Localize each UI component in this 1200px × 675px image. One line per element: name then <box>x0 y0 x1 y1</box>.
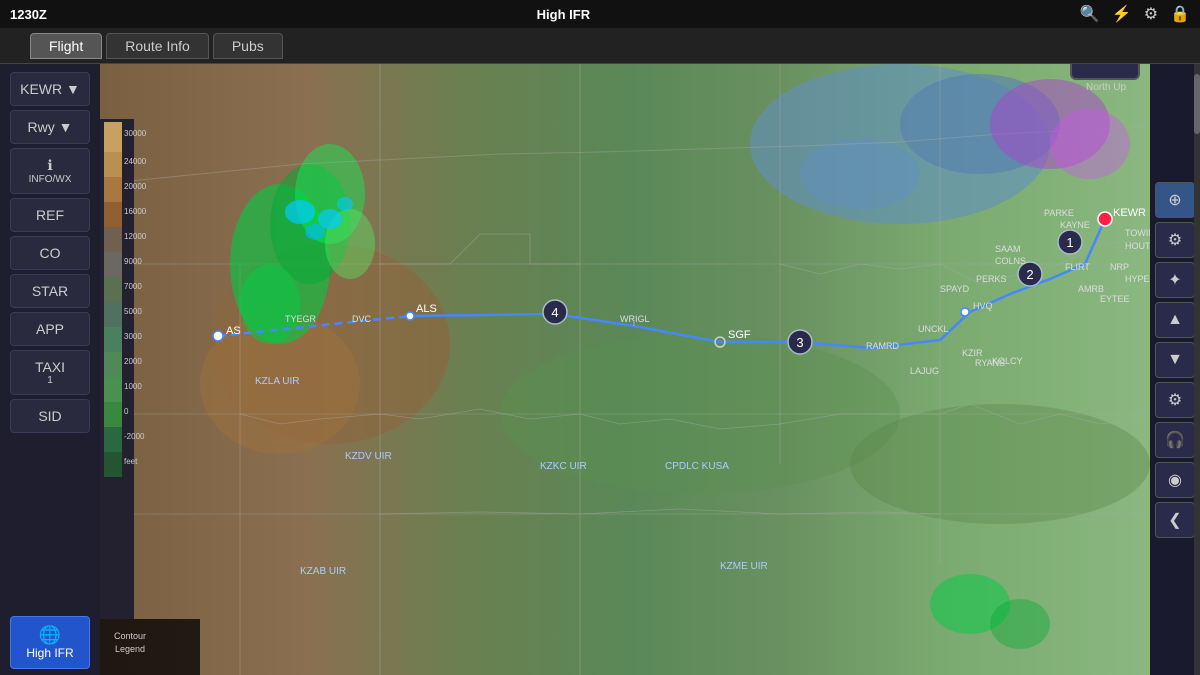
svg-text:5000: 5000 <box>124 307 142 316</box>
as-label: AS <box>226 325 241 337</box>
cpdlc-kusa-label: CPDLC KUSA <box>665 461 729 472</box>
ramrd-label: RAMRD <box>866 341 899 351</box>
waypoint-kewr <box>1098 212 1112 226</box>
toolbar-icons: 🔍 ⚡ ⚙ 🔒 <box>1080 4 1190 24</box>
marker-2-label: 2 <box>1026 267 1033 282</box>
high-ifr-button[interactable]: 🌐 High IFR <box>10 616 90 669</box>
svg-text:-2000: -2000 <box>124 432 145 441</box>
top-bar: 1230Z High IFR 🔍 ⚡ ⚙ 🔒 <box>0 0 1200 28</box>
marker-1-label: 1 <box>1066 235 1073 250</box>
kayne-label: KAYNE <box>1060 220 1090 230</box>
taxi-button[interactable]: TAXI 1 <box>10 350 90 395</box>
unckl-label: UNCKL <box>918 324 949 334</box>
zoom-in-button[interactable]: ▲ <box>1155 302 1195 338</box>
colns-label: COLNS <box>995 256 1026 266</box>
gps-button[interactable]: ⊕ <box>1155 182 1195 218</box>
kzme-uir-label: KZME UIR <box>720 561 768 572</box>
tab-flight[interactable]: Flight <box>30 33 102 59</box>
svg-text:1000: 1000 <box>124 382 142 391</box>
svg-text:2000: 2000 <box>124 357 142 366</box>
svg-text:20000: 20000 <box>124 182 147 191</box>
overlay-button[interactable]: ⚙ <box>1155 382 1195 418</box>
svg-text:Contour: Contour <box>114 631 146 641</box>
kzab-uir-label: KZAB UIR <box>300 566 346 577</box>
saam-label: SAAM <box>995 244 1021 254</box>
hvq-label: HVQ <box>973 301 993 311</box>
expand-button[interactable]: ❮ <box>1155 502 1195 538</box>
spayd-label: SPAYD <box>940 284 970 294</box>
svg-text:16000: 16000 <box>124 207 147 216</box>
svg-text:9000: 9000 <box>124 257 142 266</box>
kolcy-label: KOLCY <box>992 356 1023 366</box>
kzdv-uir-label: KZDV UIR <box>345 451 392 462</box>
audio-button[interactable]: 🎧 <box>1155 422 1195 458</box>
co-button[interactable]: CO <box>10 236 90 270</box>
perks-label: PERKS <box>976 274 1007 284</box>
search-icon[interactable]: 🔍 <box>1080 4 1100 24</box>
towin-label: TOWIN <box>1125 228 1150 238</box>
waypoint-als <box>406 312 414 320</box>
waypoint-as <box>213 331 223 341</box>
app-button[interactable]: APP <box>10 312 90 346</box>
compass-label: North Up <box>1070 82 1142 93</box>
sidebar: KEWR ▼ Rwy ▼ ℹ INFO/WX REF CO STAR APP T… <box>0 64 100 675</box>
map-area[interactable]: KZLA UIR KZDV UIR KZKC UIR CPDLC KUSA KZ… <box>100 64 1150 675</box>
sid-button[interactable]: SID <box>10 399 90 433</box>
svg-text:12000: 12000 <box>124 232 147 241</box>
star-button[interactable]: STAR <box>10 274 90 308</box>
houtn-label: HOUTN <box>1125 241 1150 251</box>
eytee-label: EYTEE <box>1100 294 1130 304</box>
runway-selector[interactable]: Rwy ▼ <box>10 110 90 144</box>
svg-text:3000: 3000 <box>124 332 142 341</box>
amrb-label: AMRB <box>1078 284 1104 294</box>
als-label: ALS <box>416 303 437 315</box>
kzkc-uir-label: KZKC UIR <box>540 461 587 472</box>
tyegr-label: TYEGR <box>285 314 317 324</box>
kzla-uir-label: KZLA UIR <box>255 376 299 387</box>
waypoint-hvq <box>961 308 969 316</box>
wrigl-label: WRIGL <box>620 314 650 324</box>
marker-4-label: 4 <box>551 305 558 320</box>
time-display: 1230Z <box>10 7 47 22</box>
ref-button[interactable]: REF <box>10 198 90 232</box>
sgf-label: SGF <box>728 329 751 341</box>
kzir-label: KZIR <box>962 348 983 358</box>
dvc-label: DVC <box>352 314 372 324</box>
airspace-label: High IFR <box>537 7 590 22</box>
map-layers-button[interactable]: ⚙ <box>1155 222 1195 258</box>
tab-pubs[interactable]: Pubs <box>213 33 283 59</box>
svg-text:Legend: Legend <box>115 644 145 654</box>
right-panel: ⊕ ⚙ ✦ ▲ ▼ ⚙ 🎧 ◉ ❮ <box>1150 64 1200 675</box>
settings-icon[interactable]: ⚙ <box>1144 4 1158 24</box>
nrp-label: NRP <box>1110 262 1129 272</box>
tab-route-info[interactable]: Route Info <box>106 33 209 59</box>
zoom-out-button[interactable]: ▼ <box>1155 342 1195 378</box>
svg-text:30000: 30000 <box>124 129 147 138</box>
layers-icon[interactable]: ⚡ <box>1112 4 1132 24</box>
tab-bar: Flight Route Info Pubs <box>0 28 1200 64</box>
svg-text:0: 0 <box>124 407 129 416</box>
info-wx-button[interactable]: ℹ INFO/WX <box>10 148 90 194</box>
lajug-label: LAJUG <box>910 366 939 376</box>
mode-button[interactable]: ◉ <box>1155 462 1195 498</box>
lock-icon[interactable]: 🔒 <box>1170 4 1190 24</box>
svg-text:7000: 7000 <box>124 282 142 291</box>
marker-3-label: 3 <box>796 335 803 350</box>
pointer-button[interactable]: ✦ <box>1155 262 1195 298</box>
flirt-label: FLIRT <box>1065 262 1090 272</box>
svg-text:24000: 24000 <box>124 157 147 166</box>
hyper-label: HYPER <box>1125 274 1150 284</box>
airport-selector[interactable]: KEWR ▼ <box>10 72 90 106</box>
parke-label: PARKE <box>1044 208 1074 218</box>
svg-text:feet: feet <box>124 457 138 466</box>
kewr-label: KEWR <box>1113 207 1146 219</box>
